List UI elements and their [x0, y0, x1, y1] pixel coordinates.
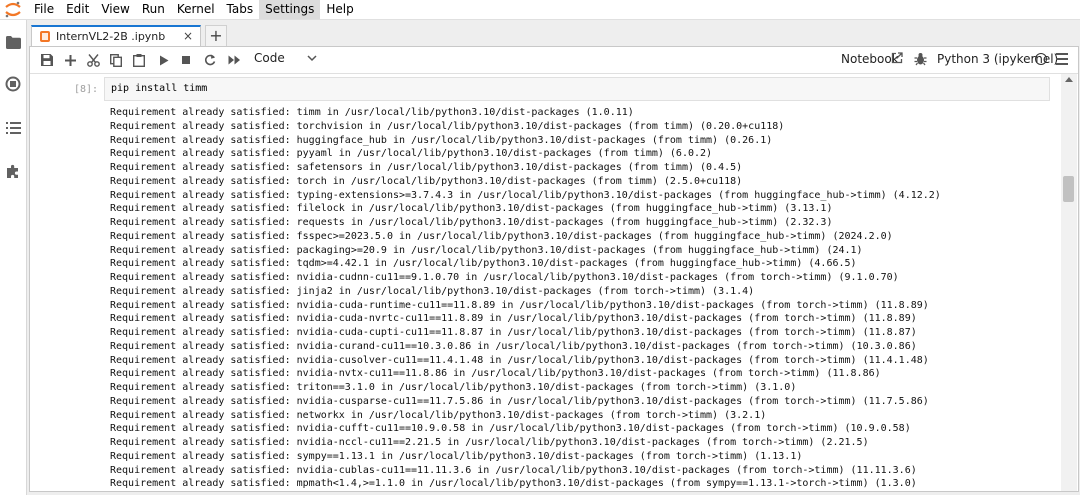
menu-bar: File Edit View Run Kernel Tabs Settings … — [0, 0, 1080, 20]
kernel-status-idle-icon — [1035, 53, 1047, 65]
output-line: Requirement already satisfied: nvidia-cu… — [110, 340, 917, 352]
toc-icon[interactable] — [5, 120, 21, 136]
menu-settings[interactable]: Settings — [259, 0, 321, 19]
run-all-icon[interactable] — [226, 52, 242, 68]
output-line: Requirement already satisfied: safetenso… — [110, 162, 743, 173]
notebook-content: [8]: pip install timm Requirement alread… — [30, 74, 1060, 491]
output-line: Requirement already satisfied: typing-ex… — [110, 189, 941, 201]
restart-icon[interactable] — [202, 52, 218, 68]
copy-icon[interactable] — [108, 52, 124, 68]
scroll-up-arrow-icon[interactable] — [1065, 77, 1073, 82]
output-line: Requirement already satisfied: filelock … — [110, 203, 833, 215]
menu-file[interactable]: File — [28, 0, 60, 19]
running-icon[interactable] — [5, 76, 21, 92]
menu-edit[interactable]: Edit — [60, 0, 95, 19]
output-line: Requirement already satisfied: nvidia-cu… — [110, 423, 911, 435]
folder-icon[interactable] — [5, 34, 21, 50]
output-line: Requirement already satisfied: huggingfa… — [110, 134, 773, 146]
menu-run[interactable]: Run — [136, 0, 171, 19]
output-line: Requirement already satisfied: tqdm>=4.4… — [110, 258, 857, 270]
output-line: Requirement already satisfied: nvidia-cu… — [110, 395, 929, 407]
menu-tabs[interactable]: Tabs — [221, 0, 260, 19]
output-line: Requirement already satisfied: nvidia-cu… — [110, 464, 917, 476]
chevron-down-icon[interactable] — [306, 52, 318, 64]
output-line: Requirement already satisfied: sympy==1.… — [110, 450, 803, 462]
output-line: Requirement already satisfied: jinja2 in… — [110, 285, 755, 297]
close-icon[interactable]: × — [183, 29, 193, 43]
menu-kernel[interactable]: Kernel — [171, 0, 221, 19]
new-tab-button[interactable]: + — [205, 25, 227, 46]
vertical-scrollbar[interactable] — [1061, 74, 1077, 491]
notebook-toolbar: Code Notebook Python 3 (ipykernel) — [30, 47, 1078, 74]
output-line: Requirement already satisfied: mpmath<1.… — [110, 478, 917, 490]
output-line: Requirement already satisfied: torch in … — [110, 175, 743, 187]
tab-title: InternVL2-2B .ipynb — [56, 30, 166, 43]
cut-icon[interactable] — [85, 52, 101, 68]
code-cell-input[interactable]: pip install timm — [104, 77, 1050, 101]
save-icon[interactable] — [39, 52, 55, 68]
stop-icon[interactable] — [178, 52, 194, 68]
run-icon[interactable] — [156, 52, 172, 68]
output-line: Requirement already satisfied: nvidia-cu… — [110, 272, 899, 283]
output-line: Requirement already satisfied: nvidia-cu… — [110, 327, 917, 338]
tab-bar: InternVL2-2B .ipynb × + — [29, 22, 1079, 46]
paste-icon[interactable] — [131, 52, 147, 68]
cell-prompt: [8]: — [74, 84, 99, 95]
cell-output: Requirement already satisfied: timm in /… — [110, 106, 1055, 491]
notebook-panel: Code Notebook Python 3 (ipykernel) [8]: … — [29, 46, 1079, 492]
output-line: Requirement already satisfied: nvidia-cu… — [110, 313, 917, 325]
output-line: Requirement already satisfied: packaging… — [110, 244, 863, 256]
jupyter-logo-icon — [5, 1, 21, 18]
menu-help[interactable]: Help — [320, 0, 359, 19]
more-options-icon[interactable] — [1056, 52, 1068, 66]
output-line: Requirement already satisfied: nvidia-cu… — [110, 299, 929, 311]
notebook-icon — [40, 31, 50, 42]
output-line: Requirement already satisfied: pyyaml in… — [110, 148, 713, 160]
output-line: Requirement already satisfied: torchvisi… — [110, 120, 785, 132]
add-cell-icon[interactable] — [62, 52, 78, 68]
output-line: Requirement already satisfied: fsspec>=2… — [110, 230, 893, 242]
menu-view[interactable]: View — [95, 0, 135, 19]
output-line: Requirement already satisfied: nvidia-cu… — [110, 354, 929, 366]
output-line: Requirement already satisfied: requests … — [110, 217, 833, 228]
cell-type-select[interactable]: Code — [254, 51, 285, 65]
code-cell-text[interactable]: pip install timm — [111, 83, 207, 94]
debugger-bug-icon[interactable] — [914, 52, 927, 66]
open-external-icon[interactable] — [891, 52, 903, 64]
notebook-view-button[interactable]: Notebook — [841, 52, 899, 66]
output-line: Requirement already satisfied: nvidia-nv… — [110, 368, 881, 380]
menu: File Edit View Run Kernel Tabs Settings … — [28, 0, 360, 19]
tab-notebook[interactable]: InternVL2-2B .ipynb × — [31, 25, 201, 46]
output-line: Requirement already satisfied: triton==3… — [110, 382, 797, 393]
output-line: Requirement already satisfied: networkx … — [110, 409, 767, 421]
output-line: Requirement already satisfied: timm in /… — [110, 107, 634, 118]
scrollbar-thumb[interactable] — [1063, 176, 1074, 202]
left-sidebar — [0, 20, 27, 495]
extension-icon[interactable] — [5, 163, 21, 179]
output-line: Requirement already satisfied: nvidia-nc… — [110, 437, 869, 448]
